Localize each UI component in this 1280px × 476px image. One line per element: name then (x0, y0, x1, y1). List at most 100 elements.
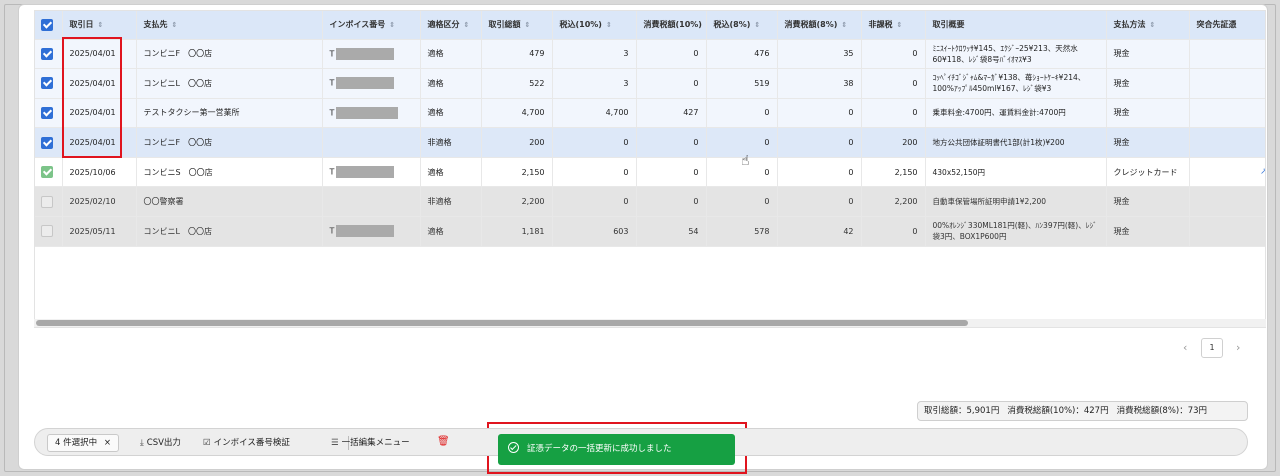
transaction-table-container: 取引日 ⇕ 支払先 ⇕ インボイス番号 ⇕ 適格区分 ⇕ 取引総額 ⇕ 税込(10%) ⇕ … (34, 10, 1266, 328)
cell-qualified: 適格 (420, 157, 482, 188)
select-all-checkbox[interactable] (35, 11, 63, 40)
cell-voucher (1189, 186, 1265, 218)
redacted-block (336, 47, 395, 60)
cell-tax-incl-8: 0 (706, 98, 778, 129)
cell-invoice: T (322, 98, 421, 129)
col-header-tax-8[interactable]: 消費税額(8%) ⇕ (777, 11, 862, 40)
cell-total: 1,181 (481, 216, 553, 247)
redacted-block (336, 166, 395, 179)
cell-qualified: 非適格 (420, 127, 482, 158)
csv-export-button[interactable]: ⤓ CSV出力 (140, 437, 181, 449)
cell-tax-8: 35 (777, 39, 862, 70)
redacted-block (336, 77, 395, 90)
table-row[interactable]: 2025/10/06 コンビニS 〇〇店 T 適格 2,150 0 0 0 0 … (35, 157, 1265, 188)
cell-tax-incl-10: 3 (552, 39, 637, 70)
cell-payment: 現金 (1106, 186, 1190, 218)
cell-summary: 地方公共団体証明書代1部(計1枚)¥200 (925, 127, 1107, 158)
date-highlight-box (62, 37, 122, 158)
cell-payee: コンビニL 〇〇店 (136, 68, 323, 99)
cell-payee: 〇〇警察署 (136, 186, 323, 218)
table-row[interactable]: 2025/04/01 コンビニF 〇〇店 T 適格 479 3 0 476 35… (35, 39, 1265, 70)
cell-total: 2,200 (481, 186, 553, 218)
cell-payment: 現金 (1106, 39, 1190, 70)
cell-qualified: 適格 (420, 216, 482, 247)
col-header-non-taxable[interactable]: 非課税 ⇕ (861, 11, 926, 40)
cell-voucher: ↗ (1189, 157, 1265, 188)
cell-payment: 現金 (1106, 127, 1190, 158)
hand-cursor-icon: ☝ (741, 153, 750, 169)
cell-tax-incl-8: 476 (706, 39, 778, 70)
col-header-total[interactable]: 取引総額 ⇕ (481, 11, 553, 40)
total-amount: 取引総額：5,901円 (924, 406, 1000, 416)
horizontal-scrollbar[interactable] (34, 319, 1266, 327)
cell-total: 200 (481, 127, 553, 158)
cell-date: 2025/10/06 (62, 157, 137, 188)
cell-payee: テストタクシー第一営業所 (136, 98, 323, 129)
trash-icon[interactable]: 🗑 (437, 436, 450, 447)
col-header-qualified[interactable]: 適格区分 ⇕ (420, 11, 482, 40)
cell-total: 4,700 (481, 98, 553, 129)
table-header-row: 取引日 ⇕ 支払先 ⇕ インボイス番号 ⇕ 適格区分 ⇕ 取引総額 ⇕ 税込(10%) ⇕ … (35, 11, 1265, 40)
page-number-button[interactable]: 1 (1201, 338, 1223, 358)
cell-non-taxable: 0 (861, 216, 926, 247)
row-checkbox-disabled (41, 166, 53, 179)
table-row[interactable]: 2025/04/01 コンビニF 〇〇店 非適格 200 0 0 0 0 200… (35, 127, 1265, 158)
row-checkbox-disabled (41, 195, 53, 208)
toast-message: 証憑データの一括更新に成功しました (527, 444, 672, 454)
cell-payment: 現金 (1106, 216, 1190, 247)
check-circle-icon (508, 442, 519, 453)
scrollbar-thumb[interactable] (36, 320, 968, 326)
cell-non-taxable: 0 (861, 39, 926, 70)
row-checkbox[interactable] (41, 136, 53, 149)
download-icon: ⤓ (140, 438, 144, 448)
col-header-date[interactable]: 取引日 ⇕ (62, 11, 137, 40)
col-header-tax-incl-10[interactable]: 税込(10%) ⇕ (552, 11, 637, 40)
col-header-tax-10[interactable]: 消費税額(10%)⇕ (636, 11, 707, 40)
invoice-verify-button[interactable]: ☑ インボイス番号検証 (203, 437, 290, 449)
cell-qualified: 適格 (420, 39, 482, 70)
cell-date: 2025/05/11 (62, 216, 137, 247)
row-checkbox[interactable] (41, 77, 53, 90)
list-icon: ☰ (331, 438, 339, 448)
col-header-invoice-number[interactable]: インボイス番号 ⇕ (322, 11, 421, 40)
cell-summary: 乗車料金:4700円、運賃料金計:4700円 (925, 98, 1107, 129)
table-row[interactable]: 2025/02/10 〇〇警察署 非適格 2,200 0 0 0 0 2,200… (35, 186, 1265, 218)
next-page-icon[interactable]: › (1236, 341, 1240, 354)
totals-summary: 取引総額：5,901円 消費税総額(10%)：427円 消費税総額(8%)：73円 (917, 401, 1248, 421)
col-header-tax-incl-8[interactable]: 税込(8%) ⇕ (706, 11, 778, 40)
cell-tax-incl-10: 603 (552, 216, 637, 247)
row-checkbox[interactable] (41, 106, 53, 119)
cell-voucher (1189, 39, 1265, 70)
cell-tax-8: 0 (777, 127, 862, 158)
clear-selection-icon[interactable]: × (104, 438, 111, 448)
cell-tax-10: 427 (636, 98, 707, 129)
redacted-block (336, 106, 399, 119)
table-row[interactable]: 2025/04/01 コンビニL 〇〇店 T 適格 522 3 0 519 38… (35, 68, 1265, 99)
cell-tax-incl-10: 0 (552, 186, 637, 218)
cell-qualified: 適格 (420, 68, 482, 99)
col-header-payment[interactable]: 支払方法 ⇕ (1106, 11, 1190, 40)
cell-invoice: T (322, 216, 421, 247)
check-circle-icon: ☑ (203, 438, 211, 448)
cell-summary: 自動車保管場所証明申請1¥2,200 (925, 186, 1107, 218)
cell-payee: コンビニF 〇〇店 (136, 39, 323, 70)
bulk-edit-menu-button[interactable]: ☰ 一括編集メニュー (331, 437, 410, 449)
transaction-table: 取引日 ⇕ 支払先 ⇕ インボイス番号 ⇕ 適格区分 ⇕ 取引総額 ⇕ 税込(10%) ⇕ … (35, 11, 1265, 247)
cell-payment: 現金 (1106, 98, 1190, 129)
col-header-summary: 取引概要 (925, 11, 1107, 40)
col-header-payee[interactable]: 支払先 ⇕ (136, 11, 323, 40)
row-checkbox[interactable] (41, 47, 53, 60)
external-link-icon[interactable]: ↗ (1260, 167, 1265, 177)
cell-tax-8: 0 (777, 98, 862, 129)
row-checkbox-disabled (41, 225, 53, 238)
table-row[interactable]: 2025/04/01 テストタクシー第一営業所 T 適格 4,700 4,700… (35, 98, 1265, 129)
cell-total: 479 (481, 39, 553, 70)
cell-summary: 00%ｵﾚﾝｼﾞ330ML181円(軽)、ﾊﾝ397円(軽)、ﾚｼﾞ袋3円、BO… (925, 216, 1107, 247)
prev-page-icon[interactable]: ‹ (1183, 341, 1187, 354)
cell-summary: 430x52,150円 (925, 157, 1107, 188)
cell-payment: クレジットカード (1106, 157, 1190, 188)
cell-tax-incl-10: 4,700 (552, 98, 637, 129)
cell-tax-8: 42 (777, 216, 862, 247)
table-row[interactable]: 2025/05/11 コンビニL 〇〇店 T 適格 1,181 603 54 5… (35, 216, 1265, 247)
cell-invoice (322, 127, 421, 158)
